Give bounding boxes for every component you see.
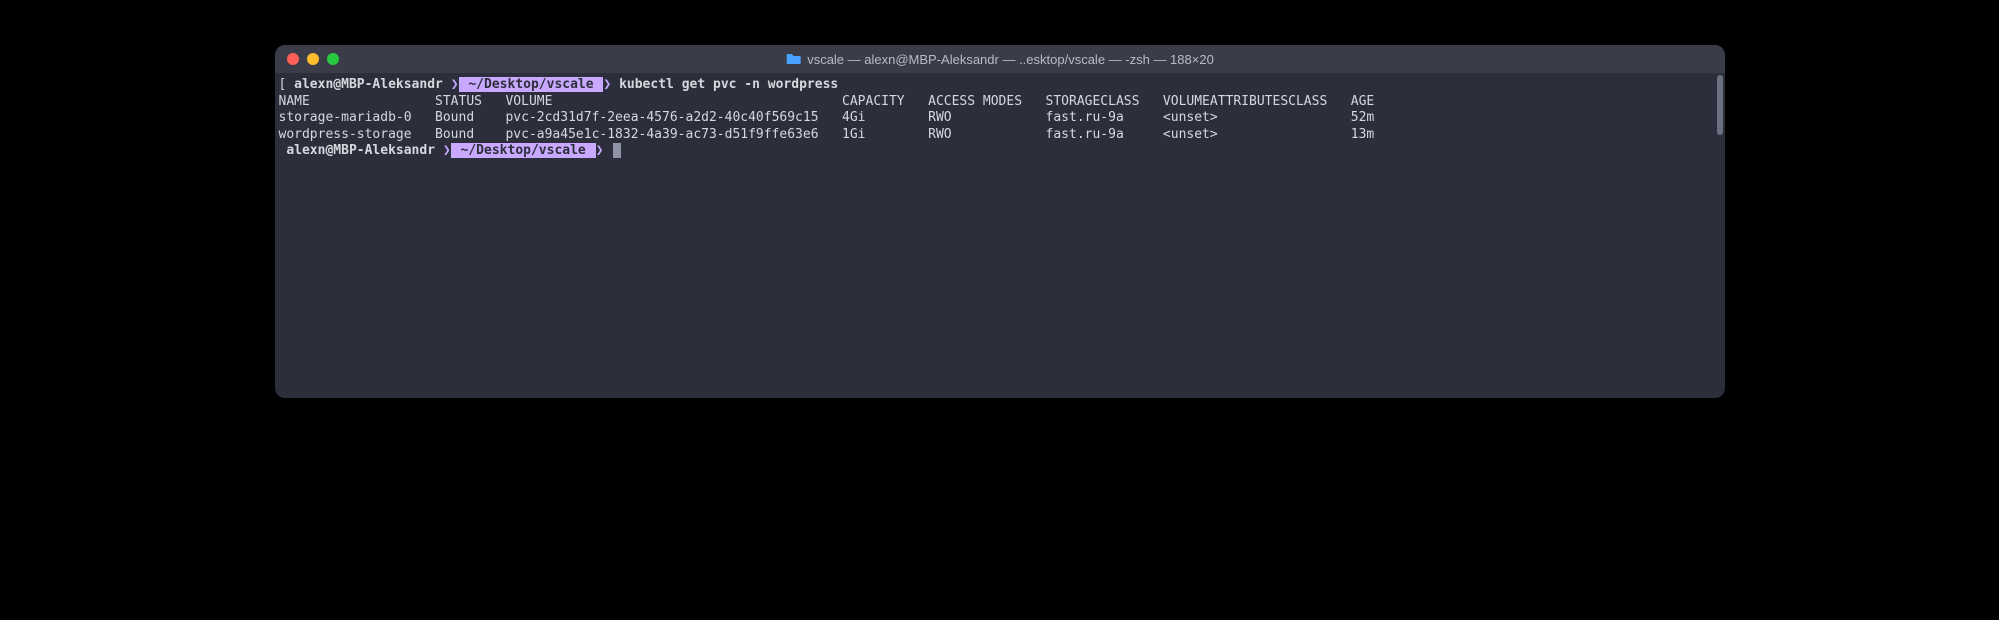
traffic-lights (287, 53, 339, 65)
window-title-text: vscale — alexn@MBP-Aleksandr — ..esktop/… (807, 52, 1214, 67)
terminal-body[interactable]: [ alexn@MBP-Aleksandr ❯ ~/Desktop/vscale… (275, 73, 1725, 398)
prompt-separator-icon: ❯ (596, 143, 604, 158)
close-icon[interactable] (287, 53, 299, 65)
prompt-separator-icon: ❯ (443, 143, 451, 158)
prompt-line-2: alexn@MBP-Aleksandr ❯ ~/Desktop/vscale ❯ (275, 143, 1725, 160)
titlebar: vscale — alexn@MBP-Aleksandr — ..esktop/… (275, 45, 1725, 73)
prompt-path: ~/Desktop/vscale (451, 143, 596, 158)
prompt-user: alexn@MBP-Aleksandr (286, 77, 450, 92)
minimize-icon[interactable] (307, 53, 319, 65)
scrollbar[interactable] (1717, 75, 1723, 135)
cursor-icon (613, 143, 621, 158)
table-row: wordpress-storage Bound pvc-a9a45e1c-183… (275, 127, 1725, 144)
window-title: vscale — alexn@MBP-Aleksandr — ..esktop/… (785, 52, 1214, 67)
command-text: kubectl get pvc -n wordpress (611, 77, 838, 92)
terminal-window: vscale — alexn@MBP-Aleksandr — ..esktop/… (275, 45, 1725, 398)
prompt-separator-icon: ❯ (451, 77, 459, 92)
folder-icon (785, 53, 801, 65)
prompt-user: alexn@MBP-Aleksandr (279, 143, 443, 158)
prompt-line-1: [ alexn@MBP-Aleksandr ❯ ~/Desktop/vscale… (275, 77, 1725, 94)
table-header-row: NAME STATUS VOLUME CAPACITY ACCESS MODES… (275, 94, 1725, 111)
maximize-icon[interactable] (327, 53, 339, 65)
prompt-path: ~/Desktop/vscale (459, 77, 604, 92)
table-row: storage-mariadb-0 Bound pvc-2cd31d7f-2ee… (275, 110, 1725, 127)
